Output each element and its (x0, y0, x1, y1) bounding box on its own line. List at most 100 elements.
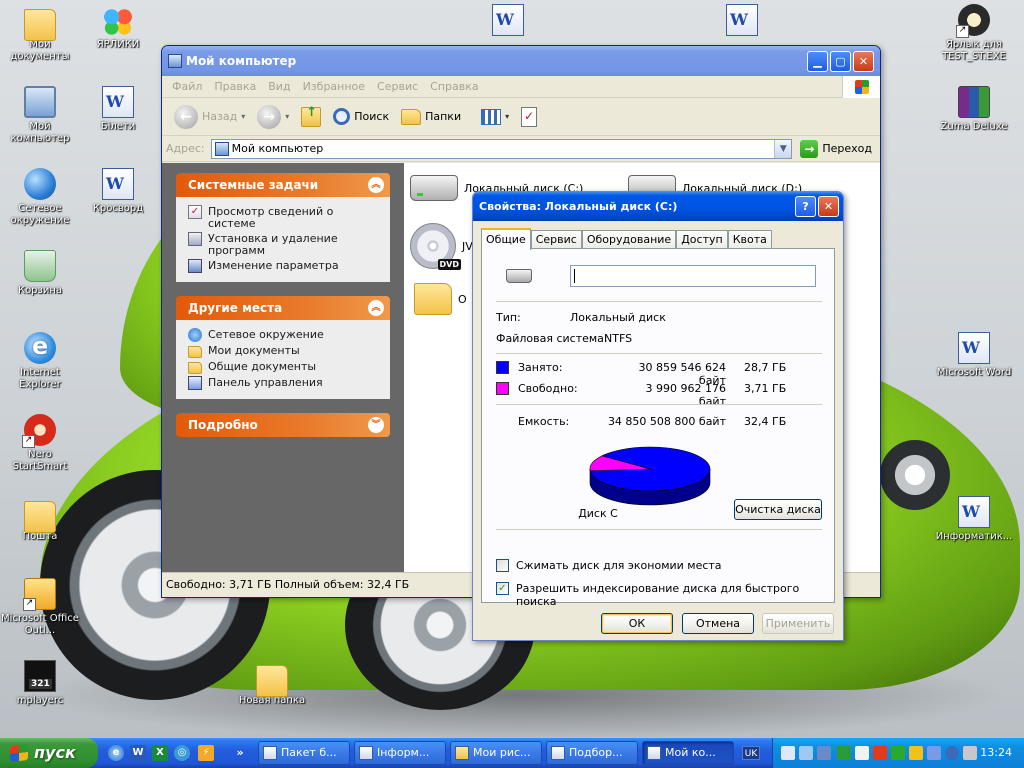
desktop-icon-mail[interactable]: Пошта (0, 496, 80, 543)
tray-alert-icon[interactable] (873, 746, 887, 760)
close-button[interactable]: ✕ (853, 51, 874, 72)
language-indicator[interactable]: UK (742, 746, 760, 760)
desktop-icon-outlook[interactable]: Microsoft Office Outl... (0, 578, 80, 637)
desktop-icon-test-exe[interactable]: Ярлык для TEST_ST.EXE (934, 4, 1014, 63)
place-network[interactable]: Сетевое окружение (188, 328, 380, 342)
tray-network-icon[interactable] (781, 746, 795, 760)
desktop-icon-zuma[interactable]: Zuma Deluxe (934, 86, 1014, 133)
quicklaunch-excel-icon[interactable]: X (152, 745, 168, 761)
place-control-panel[interactable]: Панель управления (188, 376, 380, 390)
tab-quota[interactable]: Квота (727, 230, 772, 249)
start-button[interactable]: пуск (0, 738, 98, 768)
task-view-system-info[interactable]: Просмотр сведений о системе (188, 205, 380, 230)
tab-hardware[interactable]: Оборудование (581, 230, 677, 249)
desktop-icon-crossword[interactable]: Кросворд (78, 168, 158, 215)
tray-hash-icon[interactable] (891, 746, 905, 760)
minimize-button[interactable]: ▁ (807, 51, 828, 72)
disk-cleanup-button[interactable]: Очистка диска (734, 499, 822, 520)
place-my-documents[interactable]: Мои документы (188, 345, 380, 358)
system-tasks-header[interactable]: Системные задачи ︽ (176, 173, 390, 197)
menu-help[interactable]: Справка (424, 80, 484, 93)
tray-volume-icon[interactable] (855, 746, 869, 760)
tray-settings-icon[interactable] (963, 746, 977, 760)
menu-file[interactable]: Файл (166, 80, 208, 93)
details-header[interactable]: Подробно ︾ (176, 413, 390, 437)
desktop-icon-microsoft-word[interactable]: Microsoft Word (934, 332, 1014, 379)
menu-favorites[interactable]: Избранное (297, 80, 371, 93)
menu-edit[interactable]: Правка (208, 80, 262, 93)
quicklaunch-app-icon[interactable]: ⚡ (198, 745, 214, 761)
tab-tools[interactable]: Сервис (530, 230, 582, 249)
cancel-button[interactable]: Отмена (682, 613, 754, 634)
tab-general[interactable]: Общие (481, 228, 531, 250)
chevron-down-icon: ▾ (241, 112, 246, 121)
desktop-icon-internet-explorer[interactable]: Internet Explorer (0, 332, 80, 391)
desktop-icon-shortcuts[interactable]: ЯРЛИКИ (78, 4, 158, 51)
go-button[interactable]: → Переход (796, 139, 876, 158)
tray-misc-icon[interactable] (927, 746, 941, 760)
menu-tools[interactable]: Сервис (371, 80, 424, 93)
task-button[interactable]: Мои рис... (450, 741, 542, 765)
explorer-titlebar[interactable]: Мой компьютер ▁ ▢ ✕ (162, 46, 880, 76)
chevron-up-icon[interactable]: ︽ (368, 177, 384, 193)
task-change-setting[interactable]: Изменение параметра (188, 259, 380, 273)
back-button[interactable]: ← Назад ▾ (170, 103, 249, 131)
network-icon (188, 328, 202, 342)
task-button[interactable]: Подбор... (546, 741, 638, 765)
quicklaunch-ie-icon[interactable]: e (108, 745, 124, 761)
apply-button[interactable]: Применить (762, 613, 834, 634)
word-document-icon (359, 746, 373, 760)
dialog-titlebar[interactable]: Свойства: Локальный диск (C:) ? ✕ (473, 192, 843, 221)
desktop-icon-my-documents[interactable]: Мои документы (0, 4, 80, 63)
tray-shield-icon[interactable] (837, 746, 851, 760)
desktop-icon-new-folder[interactable]: Новая папка (232, 660, 312, 707)
views-button[interactable]: ▾ (477, 107, 513, 127)
desktop-icon-network[interactable]: Сетевое окружение (0, 168, 80, 227)
clock[interactable]: 13:24 (980, 738, 1012, 768)
chevron-up-icon[interactable]: ︽ (368, 300, 384, 316)
quicklaunch-expand-icon[interactable]: » (232, 745, 248, 761)
desktop-icon-mplayerc[interactable]: mplayerc (0, 660, 80, 707)
desktop-icon-recycle-bin[interactable]: Корзина (0, 250, 80, 297)
search-button[interactable]: Поиск (329, 106, 393, 127)
task-button[interactable]: Інформ... (354, 741, 446, 765)
ok-button[interactable]: ОК (601, 613, 673, 634)
desktop-icon-informatics[interactable]: Информатик... (934, 496, 1014, 543)
address-input[interactable]: Мой компьютер ▼ (210, 138, 793, 159)
up-folder-button[interactable]: ↑ (297, 105, 325, 129)
forward-button[interactable]: → ▾ (253, 103, 293, 131)
address-dropdown-button[interactable]: ▼ (774, 139, 792, 158)
index-checkbox[interactable]: ✓ (496, 582, 509, 595)
dvd-drive-item[interactable]: JV (410, 223, 473, 270)
tray-app-icon[interactable] (817, 746, 831, 760)
tab-sharing[interactable]: Доступ (676, 230, 728, 249)
desktop-icon-bileti[interactable]: Бiлети (78, 86, 158, 133)
other-places-header[interactable]: Другие места ︽ (176, 296, 390, 320)
desktop-icon-word-top-1[interactable] (468, 4, 548, 39)
desktop-icon-nero[interactable]: Nero StartSmart (0, 414, 80, 473)
task-button-active[interactable]: Мой ко... (642, 741, 734, 765)
tray-warning-icon[interactable] (909, 746, 923, 760)
tray-globe-icon[interactable] (945, 746, 959, 760)
place-shared-documents[interactable]: Общие документы (188, 361, 380, 374)
compress-checkbox[interactable] (496, 559, 509, 572)
volume-label-input[interactable] (570, 265, 816, 287)
folders-button[interactable]: Папки (397, 107, 465, 127)
task-button[interactable]: Пакет б... (258, 741, 350, 765)
quicklaunch-word-icon[interactable]: W (130, 745, 146, 761)
tray-display-icon[interactable] (799, 746, 813, 760)
desktop-icon-word-top-2[interactable] (702, 4, 782, 39)
maximize-button[interactable]: ▢ (830, 51, 851, 72)
properties-toolbar-button[interactable]: ✓ (517, 105, 541, 129)
internet-explorer-icon (24, 332, 56, 364)
menu-view[interactable]: Вид (262, 80, 296, 93)
close-button[interactable]: ✕ (818, 196, 839, 217)
help-button[interactable]: ? (795, 196, 816, 217)
chevron-down-icon[interactable]: ︾ (368, 417, 384, 433)
desktop-icon-label: ЯРЛИКИ (96, 39, 140, 50)
quicklaunch-browser-icon[interactable]: ◎ (174, 745, 190, 761)
shared-folder-item[interactable]: О (414, 283, 467, 315)
tab-strip: Общие Сервис Оборудование Доступ Квота (481, 228, 772, 250)
task-add-remove-programs[interactable]: Установка и удаление программ (188, 232, 380, 257)
desktop-icon-my-computer[interactable]: Мой компьютер (0, 86, 80, 145)
